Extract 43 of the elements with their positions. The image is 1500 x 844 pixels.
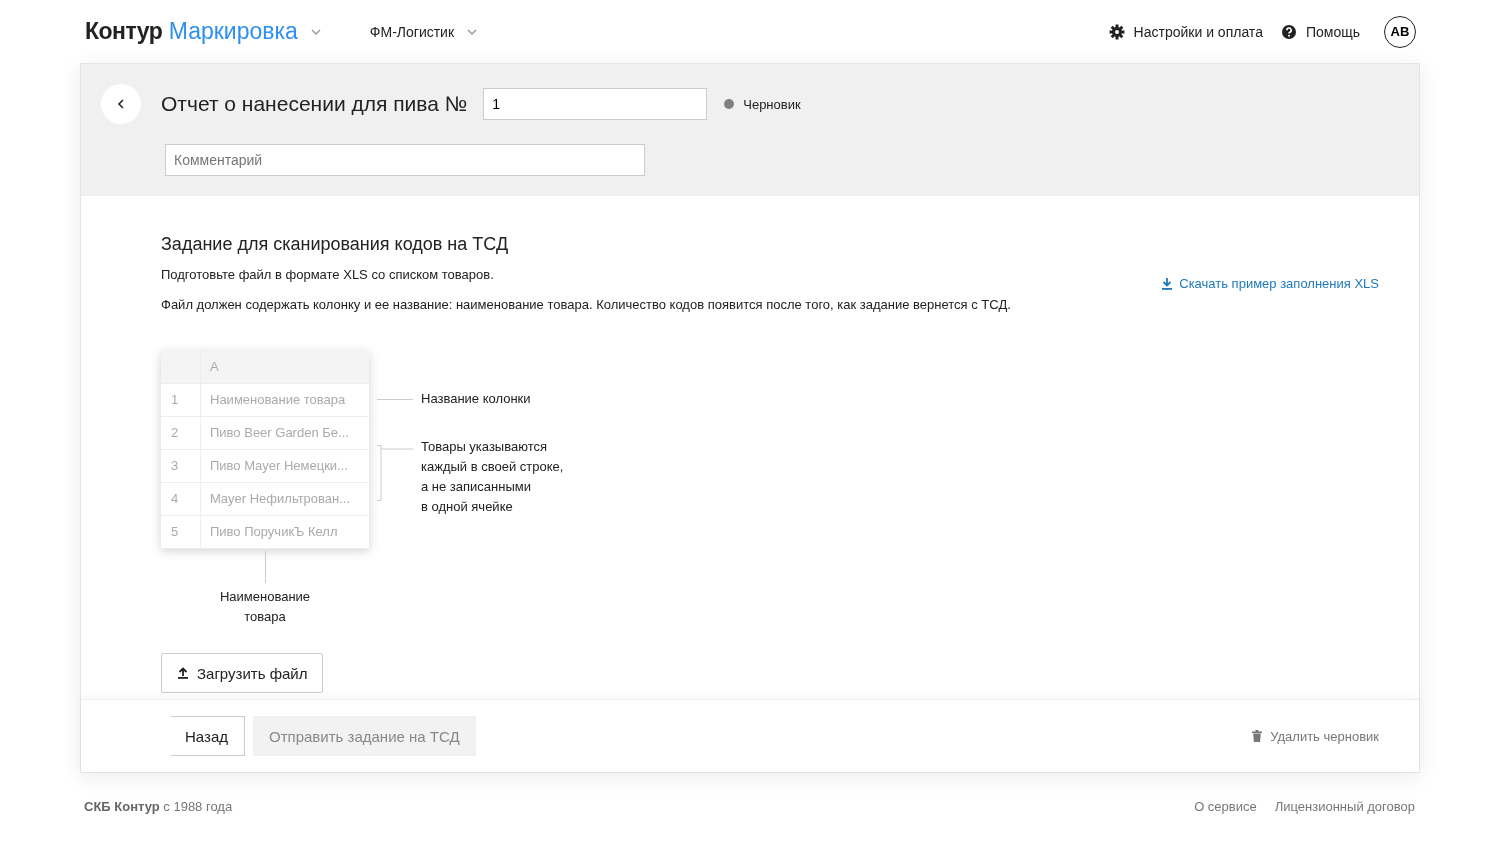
organization-dropdown[interactable]: ФМ-Логистик <box>369 23 479 40</box>
copyright-text: СКБ Контур с 1988 года <box>84 799 233 814</box>
table-cell-text: Mayer Нефильтрован... <box>209 490 352 508</box>
gear-icon <box>1108 23 1125 40</box>
table-cell-text: Пиво Mayer Немецки... <box>209 457 349 475</box>
user-avatar[interactable]: АВ <box>1384 15 1416 48</box>
upload-icon <box>177 667 189 679</box>
row-number: 3 <box>161 450 201 482</box>
column-header: A <box>209 358 220 376</box>
product-logo[interactable]: Контур Маркировка <box>85 18 298 45</box>
download-icon <box>1161 277 1174 290</box>
section-heading: Задание для сканирования кодов на ТСД <box>161 234 510 255</box>
chevron-left-icon <box>116 98 126 110</box>
instruction-text: Файл должен содержать колонку и ее название: наименование товара. Количество кодов появится после того, как задание вернется с ТСД. <box>161 297 1012 313</box>
annotation-text: Товары указываются каждый в своей строке, а не записанными в одной ячейке <box>421 438 564 516</box>
help-link[interactable]: Помощь <box>1280 23 1360 40</box>
status-label: Черновик <box>743 96 801 112</box>
table-cell-text: Пиво Beer Garden Бе... <box>209 424 350 442</box>
download-example-link[interactable]: Скачать пример заполнения XLS <box>1161 276 1379 291</box>
row-number: 4 <box>161 483 201 515</box>
settings-link[interactable]: Настройки и оплата <box>1108 23 1263 40</box>
leader-line <box>377 398 413 400</box>
delete-draft-link[interactable]: Удалить черновик <box>1252 728 1379 744</box>
leader-line <box>264 551 266 583</box>
instruction-text: Подготовьте файл в формате XLS со списком товаров. <box>161 267 495 283</box>
footer-link[interactable]: Лицензионный договор <box>1274 799 1415 814</box>
table-cell-text: Наименование товара <box>209 391 347 409</box>
upload-file-button[interactable]: Загрузить файл <box>161 653 324 693</box>
footer-link[interactable]: О сервисе <box>1194 799 1257 814</box>
document-number-field[interactable]: 1 <box>483 88 708 120</box>
bracket-leader-line <box>377 445 413 501</box>
status-dot-icon <box>724 99 735 109</box>
row-number: 1 <box>161 384 201 416</box>
row-number: 5 <box>161 516 201 548</box>
back-button[interactable] <box>101 84 141 124</box>
annotation-text: Название колонки <box>421 390 531 408</box>
row-number: 2 <box>161 417 201 449</box>
comment-field[interactable]: Комментарий <box>165 144 645 176</box>
document-title: Отчет о нанесении для пива № <box>161 92 468 116</box>
help-icon <box>1280 23 1297 40</box>
table-cell-text: Пиво ПоручикЪ Келл <box>209 523 339 541</box>
annotation-text: Наименование товара <box>219 588 311 626</box>
trash-icon <box>1252 730 1263 742</box>
